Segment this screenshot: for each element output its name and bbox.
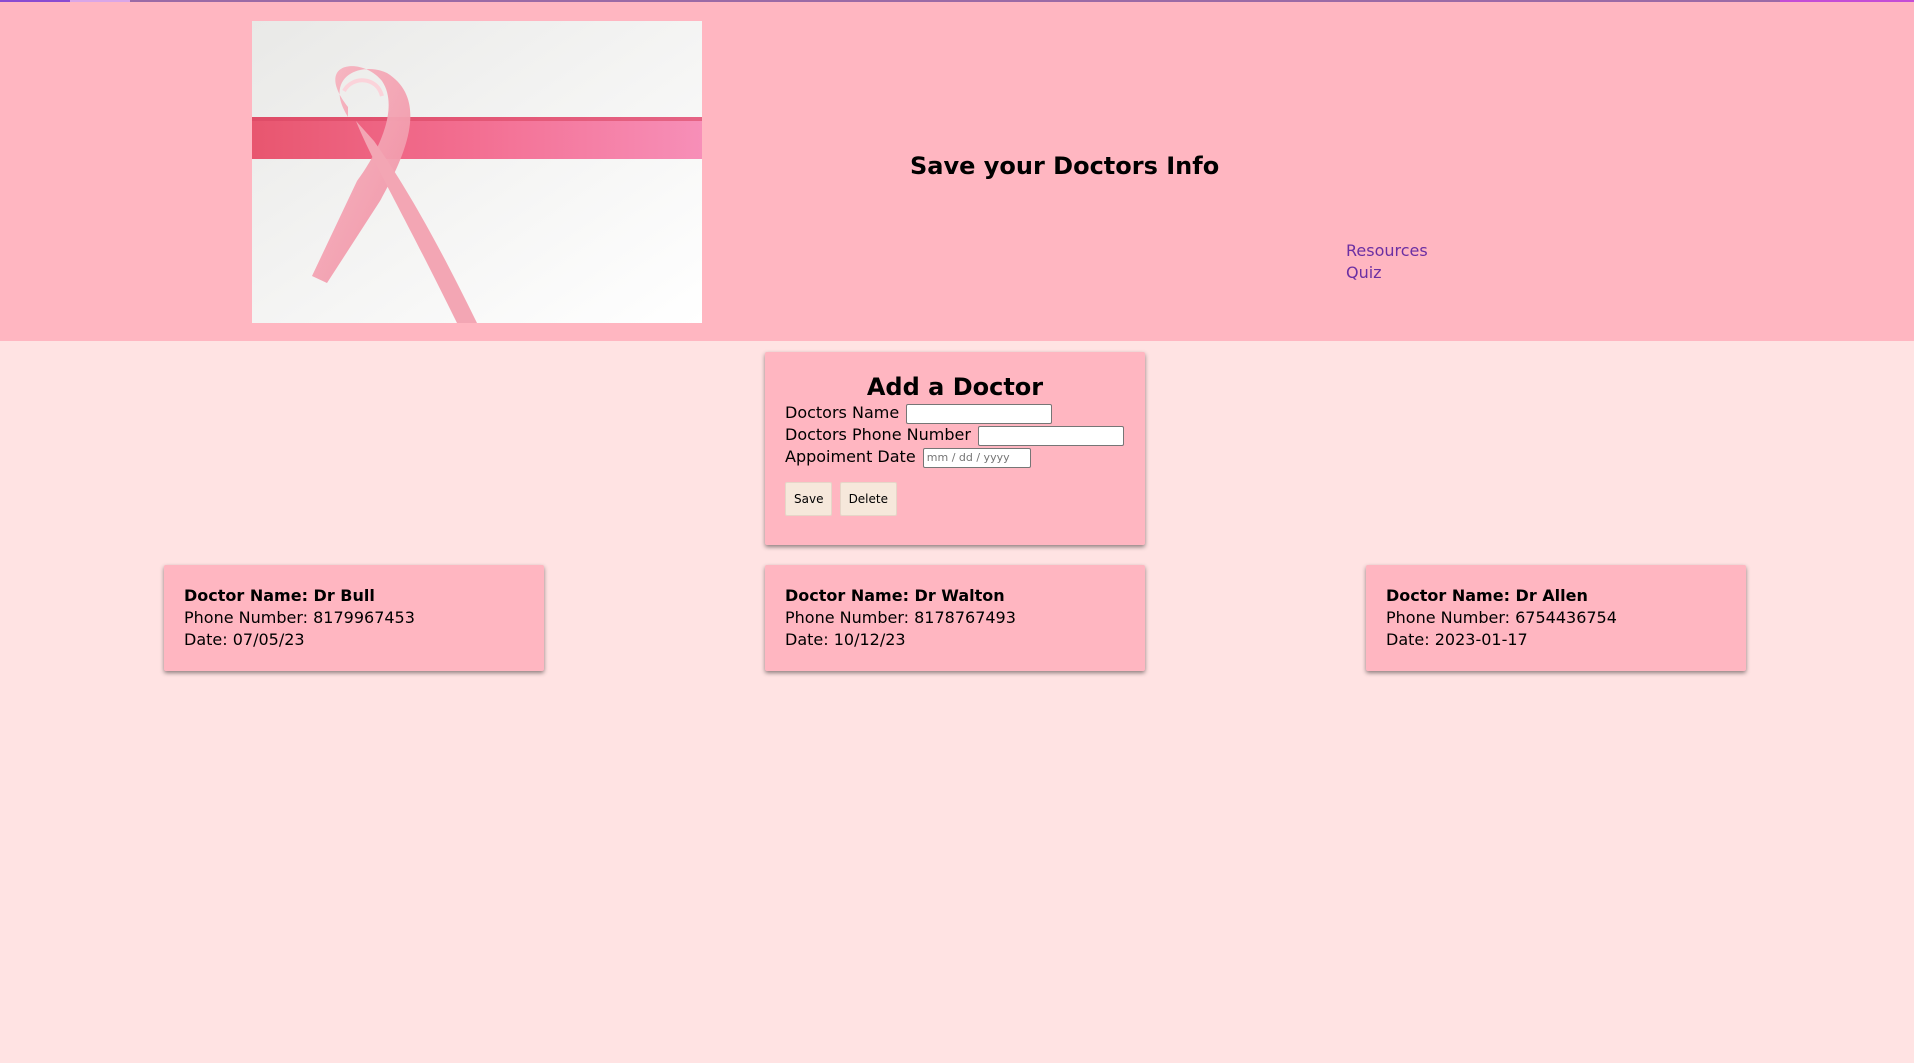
doctor-card-date: Date: 10/12/23	[785, 630, 906, 649]
doctor-card-phone: Phone Number: 8178767493	[785, 608, 1016, 627]
appointment-date-label: Appoiment Date	[785, 447, 916, 466]
doctor-card-phone: Phone Number: 6754436754	[1386, 608, 1617, 627]
nav-link-resources[interactable]: Resources	[1346, 240, 1428, 262]
appointment-date-input[interactable]	[922, 447, 1031, 468]
doctor-card-phone: Phone Number: 8179967453	[184, 608, 415, 627]
nav-link-quiz[interactable]: Quiz	[1346, 262, 1428, 284]
page-header: Save your Doctors Info Resources Quiz	[0, 2, 1914, 341]
doctor-card-name: Doctor Name: Dr Allen	[1386, 586, 1588, 605]
doctor-name-label: Doctors Name	[785, 403, 900, 422]
doctor-card-date: Date: 07/05/23	[184, 630, 305, 649]
main-nav: Resources Quiz	[1346, 240, 1428, 284]
doctor-phone-label: Doctors Phone Number	[785, 425, 971, 444]
pink-ribbon-image	[252, 21, 702, 323]
doctor-card: Doctor Name: Dr Bull Phone Number: 81799…	[164, 565, 544, 671]
doctor-name-row: Doctors Name	[785, 402, 1125, 424]
doctor-phone-input[interactable]	[977, 425, 1124, 446]
doctor-card-name: Doctor Name: Dr Walton	[785, 586, 1005, 605]
save-button[interactable]: Save	[785, 482, 833, 516]
doctor-card-date: Date: 2023-01-17	[1386, 630, 1528, 649]
appointment-date-row: Appoiment Date	[785, 446, 1125, 468]
page-title: Save your Doctors Info	[910, 152, 1220, 180]
doctor-name-input[interactable]	[906, 403, 1053, 424]
doctor-phone-row: Doctors Phone Number	[785, 424, 1125, 446]
doctor-card: Doctor Name: Dr Walton Phone Number: 817…	[765, 565, 1145, 671]
delete-button[interactable]: Delete	[839, 482, 897, 516]
doctor-card: Doctor Name: Dr Allen Phone Number: 6754…	[1366, 565, 1746, 671]
add-doctor-form: Add a Doctor Doctors Name Doctors Phone …	[765, 352, 1145, 545]
form-buttons: Save Delete	[785, 482, 1125, 516]
form-title: Add a Doctor	[866, 373, 1044, 401]
doctor-card-name: Doctor Name: Dr Bull	[184, 586, 375, 605]
